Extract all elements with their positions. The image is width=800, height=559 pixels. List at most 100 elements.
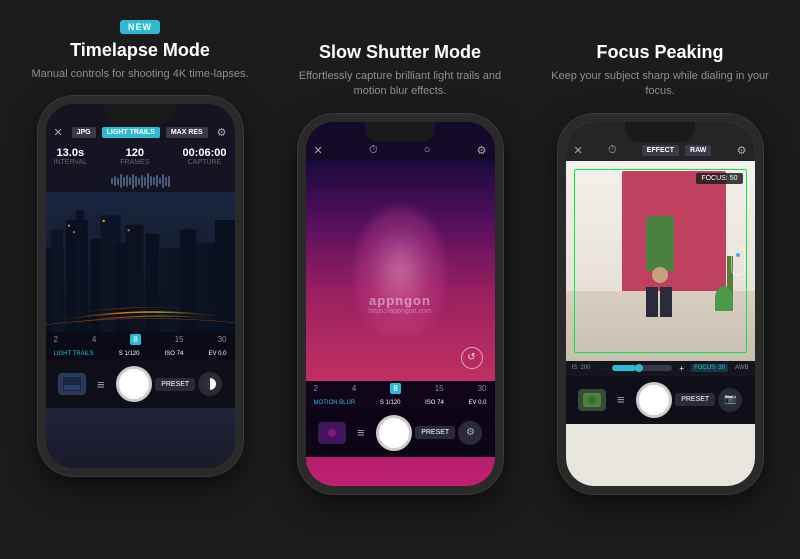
settings-icon-2[interactable]: ⚙ <box>477 144 487 157</box>
flash-off-icon-3: ✕ <box>574 144 583 157</box>
shutter-button-3[interactable] <box>636 382 672 418</box>
focus-scene: FOCUS: 50 <box>566 161 755 361</box>
num-30-ss[interactable]: 30 <box>478 384 487 393</box>
focus-slider[interactable] <box>612 365 672 371</box>
menu-icon-3[interactable]: ≡ <box>609 388 633 412</box>
light-trails-badge: LIGHT TRAILS <box>102 127 160 138</box>
focus-slider-fill <box>612 365 636 371</box>
timer-icon-3: ⏱ <box>608 144 617 157</box>
num-2-ss[interactable]: 2 <box>314 384 318 393</box>
num-8-active[interactable]: 8 <box>130 334 140 345</box>
interval-label: INTERVAL <box>54 159 88 166</box>
menu-lines-icon: ≡ <box>97 377 105 392</box>
scroll-indicator[interactable] <box>731 246 745 276</box>
waveform-item <box>165 177 167 186</box>
plus-btn[interactable]: + <box>679 364 684 373</box>
num-2[interactable]: 2 <box>54 335 58 344</box>
shutter-button-2[interactable] <box>376 415 412 451</box>
slow-shutter-screen: ✕ ⏱ ○ ⚙ ↺ appngon https://a <box>306 122 495 486</box>
gallery-icon-2[interactable] <box>318 422 346 444</box>
slow-shutter-description: Effortlessly capture brilliant light tra… <box>278 69 523 100</box>
action-bar-2: ≡ PRESET ⚙ <box>306 409 495 457</box>
top-badges-3: EFFECT RAW <box>642 145 712 156</box>
waveform-item <box>150 176 152 186</box>
waveform-item <box>126 175 128 187</box>
is-200-label: IS: 200 <box>572 365 591 371</box>
action-bar: ≡ PRESET <box>46 360 235 408</box>
waveform-item <box>147 173 149 189</box>
waveform-item <box>129 177 131 185</box>
menu-icon-2[interactable]: ≡ <box>349 421 373 445</box>
waveform-item <box>159 178 161 184</box>
gallery-thumbnail-3 <box>583 393 601 407</box>
num-4[interactable]: 4 <box>92 335 96 344</box>
minus-btn[interactable]: — <box>597 364 605 373</box>
gallery-icon[interactable] <box>58 373 86 395</box>
focus-peaking-phone: ✕ ⏱ EFFECT RAW ⚙ <box>558 114 763 494</box>
shutter-button[interactable] <box>116 366 152 402</box>
left-leg <box>646 287 658 317</box>
num-15[interactable]: 15 <box>175 335 184 344</box>
waveform-item <box>114 176 116 186</box>
shutter-label-2: S 1/120 <box>380 400 401 406</box>
iso-label: ISO 74 <box>165 351 184 357</box>
effect-badge: EFFECT <box>642 145 679 156</box>
phone-notch-2 <box>365 122 435 142</box>
flash-off-icon-2: ✕ <box>314 144 323 157</box>
focus-peaking-section: Focus Peaking Keep your subject sharp wh… <box>538 20 783 494</box>
main-container: NEW Timelapse Mode Manual controls for s… <box>0 0 800 559</box>
motion-blur-label: MOTION BLUR <box>314 400 356 406</box>
live-icon-inner: ↺ <box>467 352 475 363</box>
num-8-ss-active[interactable]: 8 <box>390 383 400 394</box>
iso-label-2: ISO 74 <box>425 400 444 406</box>
person-body <box>646 216 674 271</box>
settings-icon-3[interactable]: ⚙ <box>737 144 747 157</box>
person-figure <box>646 216 674 317</box>
person-legs <box>646 287 674 317</box>
live-icon[interactable]: ↺ <box>461 347 483 369</box>
capture-control: 00:06:00 CAPTURE <box>182 147 226 166</box>
half-circle-svg <box>203 377 217 391</box>
waveform-item <box>144 177 146 186</box>
preset-button-3[interactable]: PRESET <box>675 393 715 406</box>
focus-badge: FOCUS: 50 <box>696 173 742 184</box>
num-15-ss[interactable]: 15 <box>435 384 444 393</box>
preset-button[interactable]: PRESET <box>155 378 195 391</box>
num-30[interactable]: 30 <box>218 335 227 344</box>
capture-value: 00:06:00 <box>182 147 226 159</box>
capture-label: CAPTURE <box>182 159 226 166</box>
slow-shutter-scene: ↺ <box>306 161 495 381</box>
num-4-ss[interactable]: 4 <box>352 384 356 393</box>
gallery-thumbnail-2 <box>323 426 341 440</box>
gear-icon-2[interactable]: ⚙ <box>458 421 482 445</box>
settings-icon[interactable]: ⚙ <box>217 126 227 139</box>
ev-label: EV 0.0 <box>208 351 226 357</box>
camera-icon-3[interactable]: 📷 <box>718 388 742 412</box>
shutter-label: S 1/120 <box>119 351 140 357</box>
waveform-item <box>111 178 113 184</box>
preset-button-2[interactable]: PRESET <box>415 426 455 439</box>
phone-notch-3 <box>625 122 695 142</box>
menu-icon[interactable]: ≡ <box>89 372 113 396</box>
city-scene <box>46 192 235 332</box>
frames-control: 120 FRAMES <box>120 147 149 166</box>
frames-value: 120 <box>120 147 149 159</box>
camera-icon-inner: 📷 <box>724 394 736 405</box>
gallery-icon-3[interactable] <box>578 389 606 411</box>
waveform-item <box>123 177 125 186</box>
half-circle-icon[interactable] <box>198 372 222 396</box>
circle-icon: ○ <box>424 144 431 156</box>
new-badge: NEW <box>120 20 160 34</box>
jpg-badge: JPG <box>72 127 96 138</box>
top-badges: JPG LIGHT TRAILS MAX RES <box>72 127 208 138</box>
right-leg <box>660 287 672 317</box>
slow-shutter-section: Slow Shutter Mode Effortlessly capture b… <box>278 20 523 494</box>
scroll-thumb <box>736 253 740 257</box>
menu-lines-icon-2: ≡ <box>357 425 365 440</box>
menu-lines-icon-3: ≡ <box>617 392 625 407</box>
raw-badge: RAW <box>685 145 711 156</box>
timelapse-description: Manual controls for shooting 4K time-lap… <box>21 67 258 82</box>
gallery-thumbnail <box>63 377 81 391</box>
timelapse-title: Timelapse Mode <box>70 40 210 61</box>
timelapse-screen: ✕ JPG LIGHT TRAILS MAX RES ⚙ 13.0s INTER… <box>46 104 235 468</box>
